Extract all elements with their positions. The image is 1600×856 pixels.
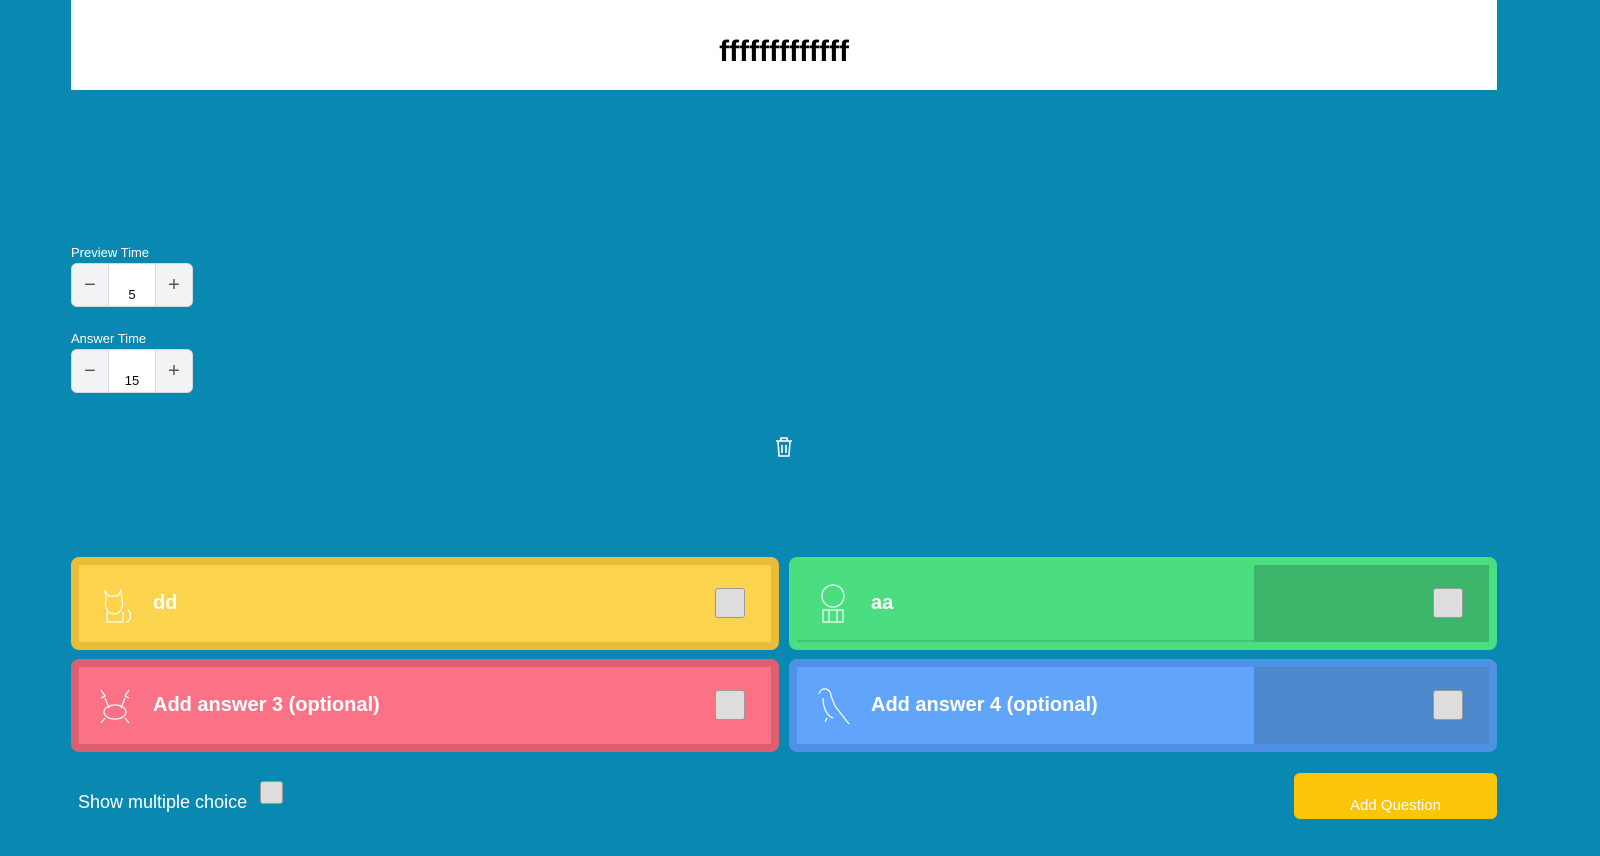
answer-text-4[interactable]: Add answer 4 (optional) xyxy=(871,694,1098,717)
answer-time-input[interactable]: 15 xyxy=(108,350,156,392)
preview-time-label: Preview Time xyxy=(71,245,150,260)
preview-time-increment[interactable]: + xyxy=(156,264,192,306)
answer-card-2: aa xyxy=(789,557,1497,650)
frog-icon xyxy=(821,583,845,623)
answer-card-4: Add answer 4 (optional) xyxy=(789,659,1497,752)
answer-time-stepper: − 15 + xyxy=(71,349,193,393)
trash-icon[interactable] xyxy=(774,436,794,458)
answer-text-2[interactable]: aa xyxy=(871,592,893,615)
quiz-title-bar[interactable]: fffffffffffff xyxy=(71,0,1497,90)
answer-card-3: Add answer 3 (optional) xyxy=(71,659,779,752)
correct-answer-checkbox-3[interactable] xyxy=(715,690,745,720)
answer-text-3[interactable]: Add answer 3 (optional) xyxy=(153,694,380,717)
answer-text-1[interactable]: dd xyxy=(153,592,177,615)
add-question-button[interactable]: Add Question xyxy=(1294,773,1497,819)
crab-icon xyxy=(100,689,130,723)
correct-answer-checkbox-4[interactable] xyxy=(1433,690,1463,720)
answer-time-label: Answer Time xyxy=(71,331,147,346)
preview-time-decrement[interactable]: − xyxy=(72,264,108,306)
answer-time-increment[interactable]: + xyxy=(156,350,192,392)
parrot-icon xyxy=(818,687,850,724)
cat-icon xyxy=(104,587,132,623)
preview-time-stepper: − 5 + xyxy=(71,263,193,307)
answer-card-1: dd xyxy=(71,557,779,650)
answer-time-decrement[interactable]: − xyxy=(72,350,108,392)
preview-time-input[interactable]: 5 xyxy=(108,264,156,306)
correct-answer-checkbox-1[interactable] xyxy=(715,588,745,618)
multiple-choice-label: Show multiple choice xyxy=(78,792,248,812)
correct-answer-checkbox-2[interactable] xyxy=(1433,588,1463,618)
multiple-choice-checkbox[interactable] xyxy=(260,781,283,804)
quiz-title[interactable]: fffffffffffff xyxy=(719,35,849,69)
